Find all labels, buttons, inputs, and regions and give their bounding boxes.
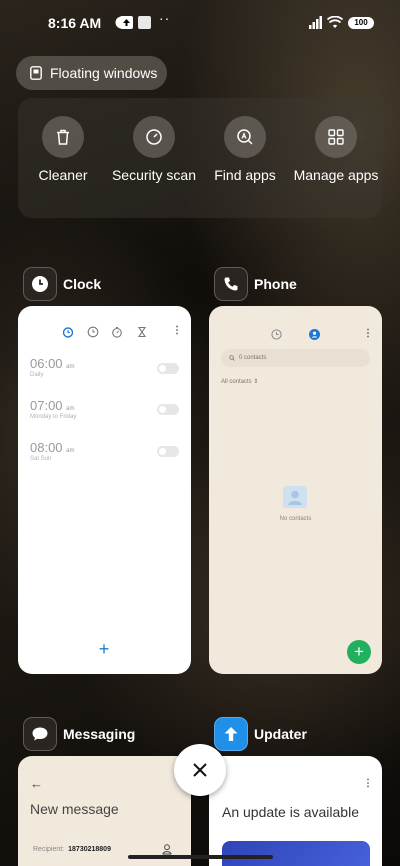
alarm-ampm: am [66,448,75,454]
phone-icon [224,277,238,291]
alarm-item[interactable]: 07:00 am Monday to Friday [30,398,76,420]
phone-app-icon [214,267,248,301]
alarm-repeat: Monday to Friday [30,414,77,420]
alarm-toggle[interactable] [157,446,179,457]
close-icon [193,763,207,777]
update-banner [222,841,370,866]
messaging-app-card[interactable]: ← New message Recipient: 18730218809 [18,756,191,866]
battery-indicator: 100 [348,17,374,29]
manage-apps-circle [315,116,357,158]
alarm-item[interactable]: 08:00 am Sat Sun [30,440,75,462]
phone-more-menu-icon[interactable]: ⋮ [363,328,373,339]
alarm-ampm: am [66,364,75,370]
updater-app-icon [214,717,248,751]
home-indicator[interactable] [128,855,273,859]
chat-bubble-icon [32,727,48,741]
clear-all-button[interactable] [174,744,226,796]
stopwatch-tab-icon[interactable] [111,326,123,338]
cleaner-button[interactable]: Cleaner [18,116,108,183]
find-apps-circle [224,116,266,158]
alarm-repeat: Daily [30,372,44,378]
image-notification-icon [138,16,151,29]
shield-check-icon [146,129,162,145]
search-icon [229,355,235,361]
contacts-search-placeholder: 0 contacts [239,355,267,361]
updater-app-header[interactable]: Updater [214,717,307,751]
recipient-label: Recipient: [33,846,65,853]
trash-icon [57,129,69,145]
status-time: 8:16 AM [48,15,102,31]
messaging-app-name: Messaging [63,726,136,742]
alarm-time: 08:00 [30,440,63,455]
timer-tab-icon[interactable] [136,326,148,338]
security-scan-button[interactable]: Security scan [109,116,199,183]
wifi-icon [327,16,343,28]
cleaner-circle [42,116,84,158]
floating-windows-label: Floating windows [50,65,158,81]
upload-notification-icon [120,16,133,29]
contacts-search-input[interactable]: 0 contacts [221,349,370,367]
dialpad-button[interactable]: + [347,640,371,664]
security-scan-circle [133,116,175,158]
clock-app-icon [23,267,57,301]
add-contact-icon[interactable] [162,844,172,855]
manage-apps-label: Manage apps [293,167,379,183]
empty-contacts-icon [283,486,307,508]
more-notifications-icon: ·· [159,10,171,26]
clock-app-card[interactable]: ⋮ 06:00 am Daily 07:00 am Monday to Frid… [18,306,191,674]
clock-app-name: Clock [63,276,102,292]
find-apps-label: Find apps [214,167,276,183]
phone-app-name: Phone [254,276,297,292]
signal-icon [309,16,322,29]
chevron-updown-icon: ⇕ [253,379,259,385]
alarm-time: 06:00 [30,356,63,371]
updater-more-menu-icon[interactable]: ⋮ [363,778,373,789]
clock-icon [32,276,48,292]
back-arrow-icon[interactable]: ← [30,776,43,791]
updater-app-card[interactable]: ⋮ An update is available [209,756,382,866]
messaging-app-header[interactable]: Messaging [23,717,135,751]
alarm-toggle[interactable] [157,363,179,374]
grid-icon [328,129,344,145]
updater-app-name: Updater [254,726,307,742]
contacts-filter-label: All contacts [221,379,252,385]
alarm-ampm: am [66,406,75,412]
alarm-toggle[interactable] [157,404,179,415]
add-alarm-button[interactable]: + [93,638,115,660]
up-arrow-icon [224,727,238,741]
search-apps-icon [237,129,253,145]
phone-app-card[interactable]: ⋮ 0 contacts All contacts ⇕ No contacts … [209,306,382,674]
recents-tab-icon[interactable] [271,329,282,340]
cleaner-label: Cleaner [38,167,88,183]
recipient-row[interactable]: Recipient: 18730218809 [33,846,111,853]
alarm-tab-icon[interactable] [62,326,74,338]
floating-window-icon [30,66,42,80]
recipient-value: 18730218809 [68,846,111,853]
update-available-title: An update is available [222,804,359,820]
floating-windows-button[interactable]: Floating windows [16,56,167,90]
clock-app-header[interactable]: Clock [23,267,101,301]
alarm-repeat: Sat Sun [30,456,52,462]
quick-actions-panel: Cleaner Security scan Find apps Manage a… [18,98,382,218]
alarm-time: 07:00 [30,398,63,413]
status-bar: 8:16 AM ·· 100 [0,0,400,44]
alarm-item[interactable]: 06:00 am Daily [30,356,75,378]
find-apps-button[interactable]: Find apps [200,116,290,183]
world-clock-tab-icon[interactable] [87,326,99,338]
manage-apps-button[interactable]: Manage apps [291,116,381,183]
contacts-filter-dropdown[interactable]: All contacts ⇕ [221,378,258,385]
new-message-title: New message [30,801,119,817]
no-contacts-text: No contacts [279,516,312,522]
phone-app-header[interactable]: Phone [214,267,297,301]
clock-more-menu-icon[interactable]: ⋮ [172,325,182,336]
security-scan-label: Security scan [111,167,197,183]
contacts-tab-icon[interactable] [309,329,320,340]
messaging-app-icon [23,717,57,751]
